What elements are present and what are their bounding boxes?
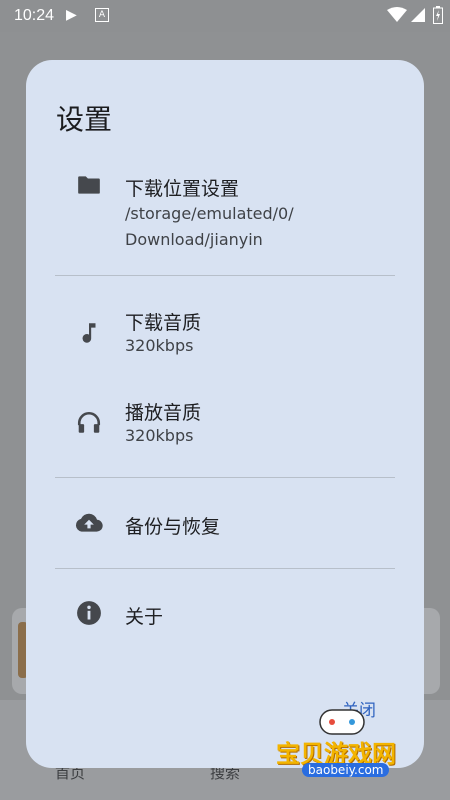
playback-quality-item[interactable]: 播放音质 320kbps: [26, 396, 424, 452]
signal-icon: [411, 8, 425, 22]
divider: [55, 275, 395, 276]
folder-icon: [78, 176, 100, 194]
wifi-icon: [387, 7, 407, 22]
a-notification-icon: A: [95, 8, 109, 22]
battery-icon: [433, 6, 443, 24]
download-path-line1: /storage/emulated/0/: [125, 204, 294, 223]
download-location-label: 下载位置设置: [125, 178, 240, 200]
download-quality-value: 320kbps: [125, 336, 194, 355]
download-location-item[interactable]: 下载位置设置 /storage/emulated/0/ Download/jia…: [26, 170, 424, 250]
dialog-title: 设置: [56, 103, 113, 136]
settings-dialog: 设置 下载位置设置 /storage/emulated/0/ Download/…: [26, 60, 424, 768]
cloud-upload-icon: [75, 513, 103, 532]
playback-quality-label: 播放音质: [125, 402, 202, 424]
play-notification-icon: ▶: [66, 7, 77, 23]
playback-quality-value: 320kbps: [125, 426, 194, 445]
divider: [55, 568, 395, 569]
about-label: 关于: [125, 606, 164, 628]
music-note-icon: [82, 323, 96, 343]
about-item[interactable]: 关于: [26, 596, 424, 632]
download-path-line2: Download/jianyin: [125, 230, 263, 249]
headphones-icon: [77, 411, 101, 433]
backup-restore-label: 备份与恢复: [125, 516, 221, 538]
status-time: 10:24: [14, 7, 55, 24]
download-quality-label: 下载音质: [125, 312, 202, 334]
watermark-url: baobeiy.com: [302, 763, 390, 777]
download-quality-item[interactable]: 下载音质 320kbps: [26, 306, 424, 362]
status-bar: 10:24 ▶ A: [0, 0, 450, 32]
divider: [55, 477, 395, 478]
backup-restore-item[interactable]: 备份与恢复: [26, 506, 424, 542]
info-icon: [77, 601, 101, 625]
